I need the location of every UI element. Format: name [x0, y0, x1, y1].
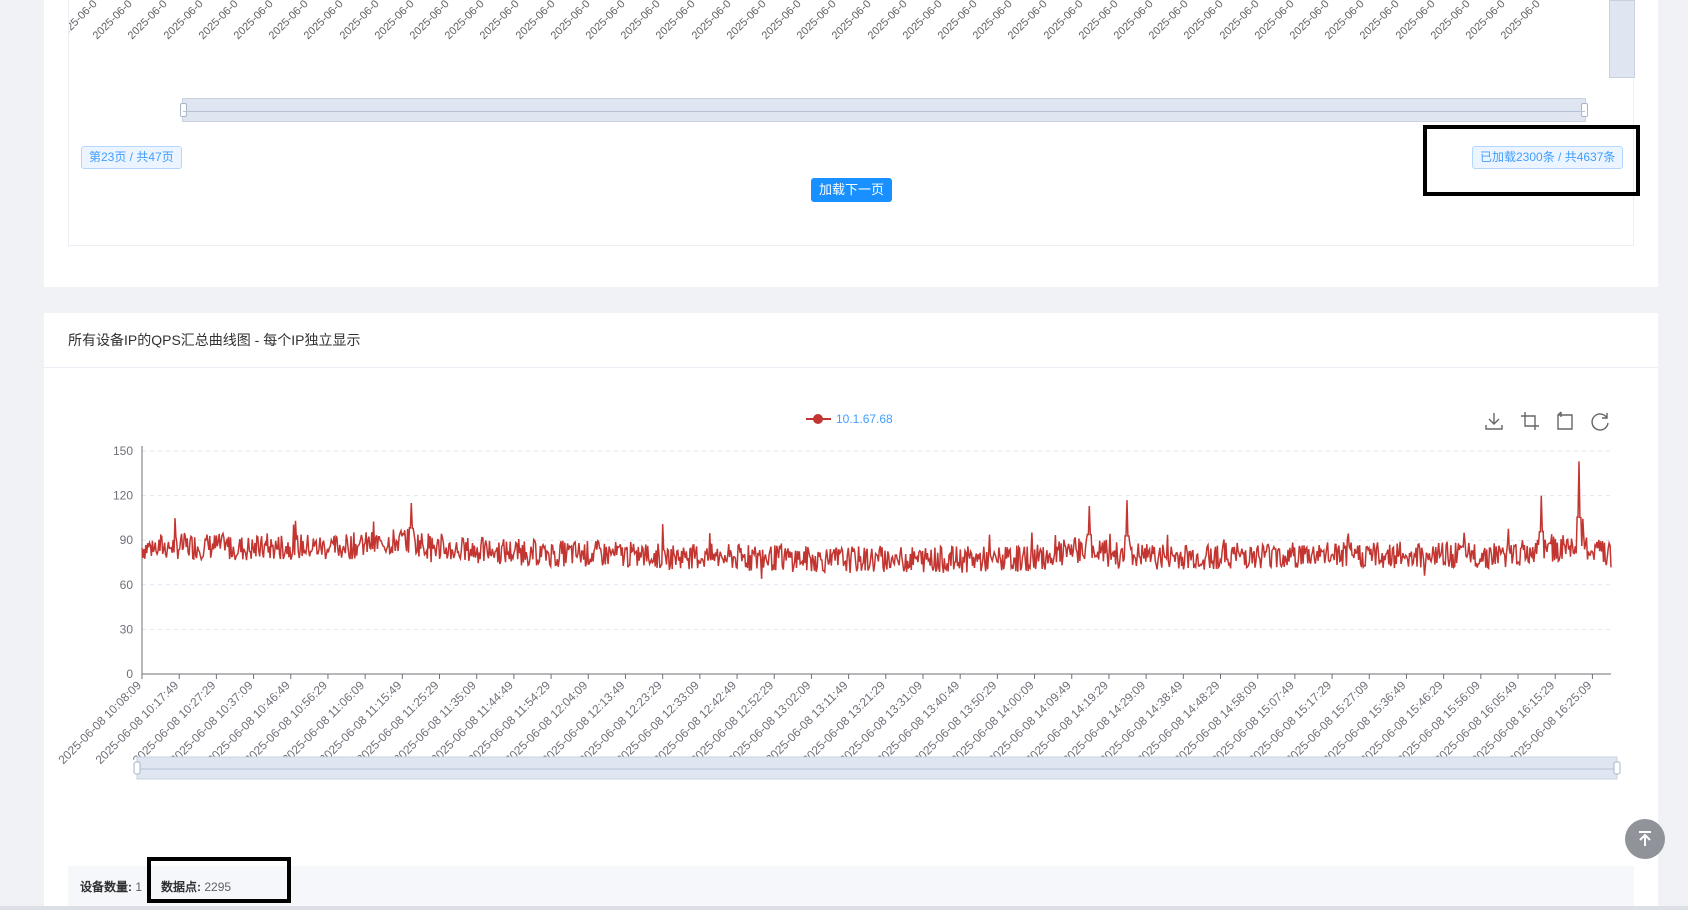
previous-chart-panel: 2025-06-0 2025-06-0 2025-06-0 2025-06-0 2025… — [68, 0, 1635, 246]
chart-legend-item[interactable]: 10.1.67.68 — [806, 412, 893, 426]
y-tick-label: 120 — [113, 489, 133, 503]
highlight-box-loaded — [1423, 125, 1640, 196]
qps-summary-card: 所有设备IP的QPS汇总曲线图 - 每个IP独立显示 0 30 60 90 120 150… — [44, 313, 1658, 910]
y-tick-label: 60 — [120, 578, 134, 592]
data-zoom-slider — [136, 756, 1618, 780]
arrow-up-icon — [1639, 831, 1651, 846]
y-tick-label: 90 — [120, 533, 134, 547]
previous-chart-card: 2025-06-0 2025-06-0 2025-06-0 2025-06-0 2025… — [44, 0, 1658, 287]
page-indicator-tag: 第23页 / 共47页 — [81, 146, 182, 169]
device-count: 设备数量: 1 — [80, 880, 143, 894]
previous-chart-x-axis: 2025-06-0 2025-06-0 2025-06-0 2025-06-0 2025… — [69, 0, 1633, 55]
zoom-icon[interactable] — [1519, 410, 1541, 432]
data-zoom-end-handle — [1613, 761, 1621, 775]
series-line-10-1-67-68 — [141, 461, 1612, 579]
data-zoom-start-handle — [133, 761, 141, 775]
qps-line-chart: 03060901201502025-06-08 10:08:092025-06-… — [55, 444, 1621, 780]
legend-line-marker — [806, 412, 831, 426]
highlight-box-datapoints — [147, 857, 291, 903]
zoom-reset-icon[interactable] — [1554, 410, 1576, 432]
previous-chart-vertical-zoom-slider[interactable] — [1609, 0, 1635, 78]
y-tick-label: 150 — [113, 444, 133, 458]
previous-chart-zoom-slider[interactable] — [180, 98, 1588, 122]
download-icon[interactable] — [1483, 410, 1505, 432]
restore-icon[interactable] — [1589, 410, 1611, 432]
back-to-top-button[interactable] — [1625, 819, 1665, 859]
zoom-start-handle[interactable] — [180, 103, 187, 117]
page-bottom-edge — [0, 906, 1688, 910]
y-tick-label: 30 — [120, 622, 134, 636]
legend-label: 10.1.67.68 — [836, 412, 893, 426]
zoom-end-handle[interactable] — [1581, 103, 1588, 117]
load-next-page-button[interactable]: 加载下一页 — [811, 178, 893, 202]
stats-bar: 设备数量: 1 数据点: 2295 — [68, 866, 1634, 906]
